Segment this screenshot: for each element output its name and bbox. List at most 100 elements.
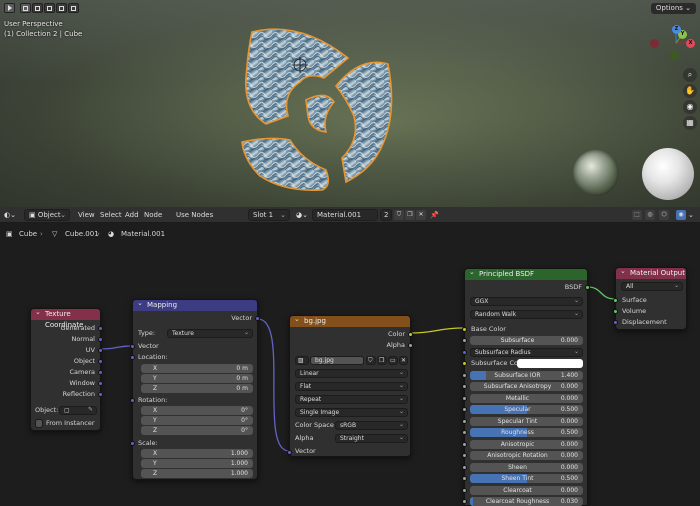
scale-z-field[interactable]: Z 1.000 — [141, 469, 253, 478]
backdrop-icon[interactable]: ◎ — [645, 210, 655, 220]
node-title[interactable]: Texture Coordinate — [31, 307, 100, 329]
editor-type-icon[interactable]: ◐⌄ — [4, 209, 18, 221]
material-output-node[interactable]: Material Output All⌄ Surface Volume Disp… — [613, 266, 687, 330]
image-name-field[interactable]: bg.jpg — [310, 356, 364, 365]
gizmo-z-axis[interactable]: Z — [672, 25, 681, 34]
slot-dropdown[interactable]: Slot 1 ⌄ — [248, 209, 290, 221]
bsdf-param-slider[interactable]: Subsurface IOR 1.400 — [470, 370, 583, 380]
mode-new-icon[interactable] — [20, 3, 31, 13]
scale-y-field[interactable]: Y 1.000 — [141, 459, 253, 468]
type-dropdown[interactable]: Texture ⌄ — [167, 329, 253, 338]
node-title[interactable]: Principled BSDF — [465, 267, 587, 280]
target-dropdown[interactable]: All ⌄ — [621, 282, 683, 291]
projection-dropdown[interactable]: Flat ⌄ — [295, 382, 408, 391]
mode-subtract-icon[interactable] — [44, 3, 55, 13]
sidebar-toggle-icon[interactable]: ◉ — [676, 210, 686, 220]
color-space-dropdown[interactable]: sRGB ⌄ — [335, 421, 408, 430]
socket-alpha-out[interactable] — [408, 343, 413, 348]
socket-vector-in[interactable] — [130, 344, 135, 349]
mode-invert-icon[interactable] — [56, 3, 67, 13]
camera-icon[interactable]: ◉ — [683, 100, 697, 114]
socket-uv[interactable] — [98, 348, 103, 353]
socket-bsdf-param[interactable] — [462, 361, 467, 366]
scale-x-field[interactable]: X 1.000 — [141, 449, 253, 458]
extension-dropdown[interactable]: Repeat ⌄ — [295, 395, 408, 404]
node-canvas[interactable]: Texture Coordinate Generated Normal UV O… — [0, 245, 700, 506]
bsdf-param-slider[interactable]: Sheen 0.000 — [470, 462, 583, 472]
rotation-x-field[interactable]: X 0° — [141, 406, 253, 415]
interpolation-dropdown[interactable]: Linear ⌄ — [295, 369, 408, 378]
mode-intersect-icon[interactable] — [68, 3, 79, 13]
socket-scale[interactable] — [130, 441, 135, 446]
location-y-field[interactable]: Y0 m — [141, 374, 253, 383]
open-folder-icon[interactable]: ▭ — [388, 356, 398, 365]
rotation-y-field[interactable]: Y 0° — [141, 416, 253, 425]
socket-reflection[interactable] — [98, 392, 103, 397]
image-browse-icon[interactable]: ▨ — [295, 356, 309, 365]
snap-icon[interactable]: ⬚ — [632, 210, 642, 220]
bsdf-param-slider[interactable]: Anisotropic 0.000 — [470, 439, 583, 449]
new-image-icon[interactable]: ❐ — [377, 356, 387, 365]
image-texture-node[interactable]: bg.jpg Color Alpha ▨ bg.jpg ⛉ ❐ ▭ ✕ Line… — [287, 314, 413, 457]
from-instancer-checkbox[interactable] — [35, 419, 43, 428]
object-type-dropdown[interactable]: ▣ Object ⌄ — [24, 209, 70, 221]
node-title[interactable]: Material Output — [616, 266, 686, 279]
mapping-node[interactable]: Mapping Vector Type: Texture⌄ Vector Loc… — [130, 298, 260, 480]
zoom-icon[interactable]: ⌕ — [683, 68, 697, 82]
socket-rotation[interactable] — [130, 398, 135, 403]
alpha-mode-dropdown[interactable]: Straight ⌄ — [335, 434, 408, 443]
node-title[interactable]: bg.jpg — [290, 314, 410, 327]
rotation-z-field[interactable]: Z 0° — [141, 426, 253, 435]
bsdf-param-slider[interactable]: Specular Tint 0.000 — [470, 416, 583, 426]
socket-camera[interactable] — [98, 370, 103, 375]
socket-generated[interactable] — [98, 326, 103, 331]
hand-icon[interactable]: ✋ — [683, 84, 697, 98]
socket-bsdf-param[interactable] — [462, 349, 467, 355]
node-title[interactable]: Mapping — [133, 298, 257, 311]
socket-normal[interactable] — [98, 337, 103, 342]
unlink-material-icon[interactable]: ✕ — [416, 210, 426, 220]
grid-icon[interactable]: ▦ — [683, 116, 697, 130]
3d-viewport[interactable]: Options ⌄ User Perspective (1) Collectio… — [0, 0, 700, 207]
location-z-field[interactable]: Z0 m — [141, 384, 253, 393]
location-x-field[interactable]: X0 m — [141, 364, 253, 373]
socket-object[interactable] — [98, 359, 103, 364]
socket-vector-in[interactable] — [287, 450, 292, 455]
navigation-gizmo[interactable]: X Y Z — [648, 25, 695, 65]
gizmo-neg-x[interactable] — [650, 39, 659, 48]
socket-base-color[interactable] — [462, 327, 467, 332]
socket-window[interactable] — [98, 381, 103, 386]
bsdf-param-slider[interactable]: Subsurface 0.000 — [470, 336, 583, 345]
menu-add[interactable]: Add — [125, 209, 139, 221]
socket-location[interactable] — [130, 355, 135, 360]
new-material-icon[interactable]: ❐ — [405, 210, 415, 220]
subsurface-color-swatch[interactable] — [517, 359, 583, 368]
menu-view[interactable]: View — [78, 209, 95, 221]
bsdf-param-slider[interactable]: Sheen Tint 0.500 — [470, 474, 583, 483]
socket-bsdf-out[interactable] — [585, 285, 590, 290]
socket-color-out[interactable] — [408, 332, 413, 337]
pin-icon[interactable]: 📌 — [430, 209, 439, 221]
select-box-mode-button[interactable] — [4, 3, 15, 13]
object-field[interactable]: ▢ ✎ — [59, 406, 97, 415]
menu-select[interactable]: Select — [100, 209, 122, 221]
distribution-dropdown[interactable]: GGX ⌄ — [470, 297, 583, 306]
material-browse-icon[interactable]: ◕⌄ — [296, 209, 308, 221]
bsdf-param-slider[interactable]: Anisotropic Rotation 0.000 — [470, 451, 583, 460]
bsdf-param-slider[interactable]: Subsurface Anisotropy 0.000 — [470, 382, 583, 391]
menu-node[interactable]: Node — [144, 209, 162, 221]
texture-coordinate-node[interactable]: Texture Coordinate Generated Normal UV O… — [30, 307, 103, 431]
bsdf-param-slider[interactable]: Metallic 0.000 — [470, 393, 583, 403]
subsurface-radius-dropdown[interactable]: Subsurface Radius ⌄ — [470, 347, 583, 357]
socket-surface[interactable] — [613, 298, 618, 303]
subsurface-method-dropdown[interactable]: Random Walk ⌄ — [470, 310, 583, 319]
fake-user-shield-icon[interactable]: ⛉ — [394, 210, 404, 220]
gizmo-x-axis[interactable]: X — [686, 39, 695, 48]
mode-extend-icon[interactable] — [32, 3, 43, 13]
selected-mesh-object[interactable] — [230, 20, 400, 200]
bsdf-param-slider[interactable]: Roughness 0.500 — [470, 428, 583, 437]
options-button[interactable]: Options ⌄ — [650, 3, 696, 14]
source-dropdown[interactable]: Single Image ⌄ — [295, 408, 408, 417]
overlay-icon[interactable]: ⬡ — [659, 210, 669, 220]
socket-volume[interactable] — [613, 309, 618, 314]
